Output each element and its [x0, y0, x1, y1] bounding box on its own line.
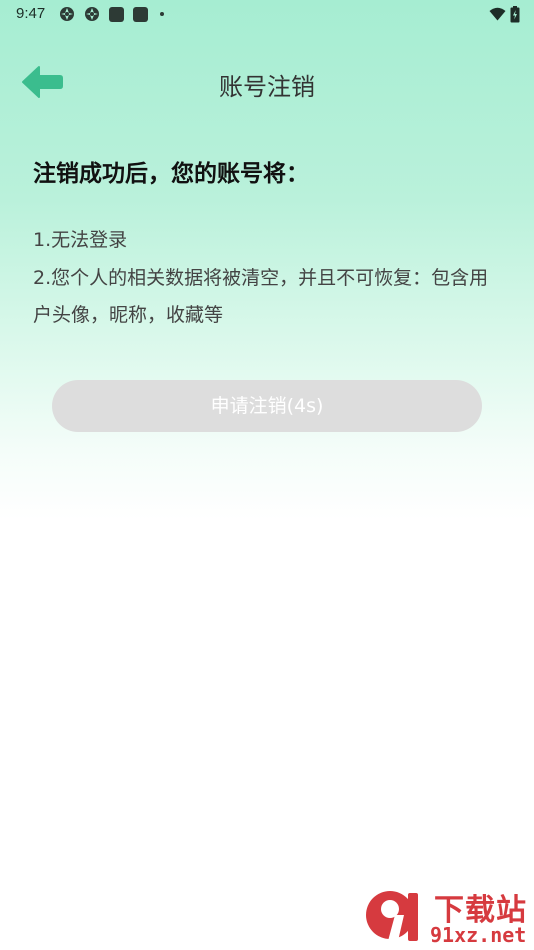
app-square-icon: [109, 6, 124, 22]
apply-cancel-button[interactable]: 申请注销(4s): [52, 380, 482, 432]
more-dot-icon: [160, 12, 164, 16]
account-cancel-screen: 9:47 账号注销 注销成功后，您的账号将： 1.无法登录 2.您个人的相关数据…: [0, 0, 534, 950]
aperture-icon: [85, 7, 99, 21]
status-bar: 9:47: [0, 0, 534, 28]
list-item: 户头像，昵称，收藏等: [33, 304, 224, 326]
app-bar: 账号注销: [0, 52, 534, 112]
page-title: 账号注销: [219, 73, 315, 101]
system-icons: [489, 5, 520, 23]
watermark: 下载站 91xz.net: [362, 885, 534, 950]
site-logo-icon: [366, 891, 418, 941]
watermark-url: 91xz.net: [430, 923, 527, 947]
aperture-icon: [60, 7, 74, 21]
list-item: 2.您个人的相关数据将被清空，并且不可恢复：包含用: [33, 266, 489, 289]
list-item: 1.无法登录: [33, 229, 128, 251]
notification-icons: [59, 6, 164, 22]
app-square-icon: [133, 6, 148, 22]
wifi-icon: [489, 7, 506, 21]
consequences-list: 1.无法登录 2.您个人的相关数据将被清空，并且不可恢复：包含用 户头像，昵称，…: [33, 222, 533, 335]
status-time: 9:47: [16, 5, 46, 22]
battery-icon: [510, 5, 520, 22]
cancel-consequences-heading: 注销成功后，您的账号将：: [33, 161, 309, 187]
